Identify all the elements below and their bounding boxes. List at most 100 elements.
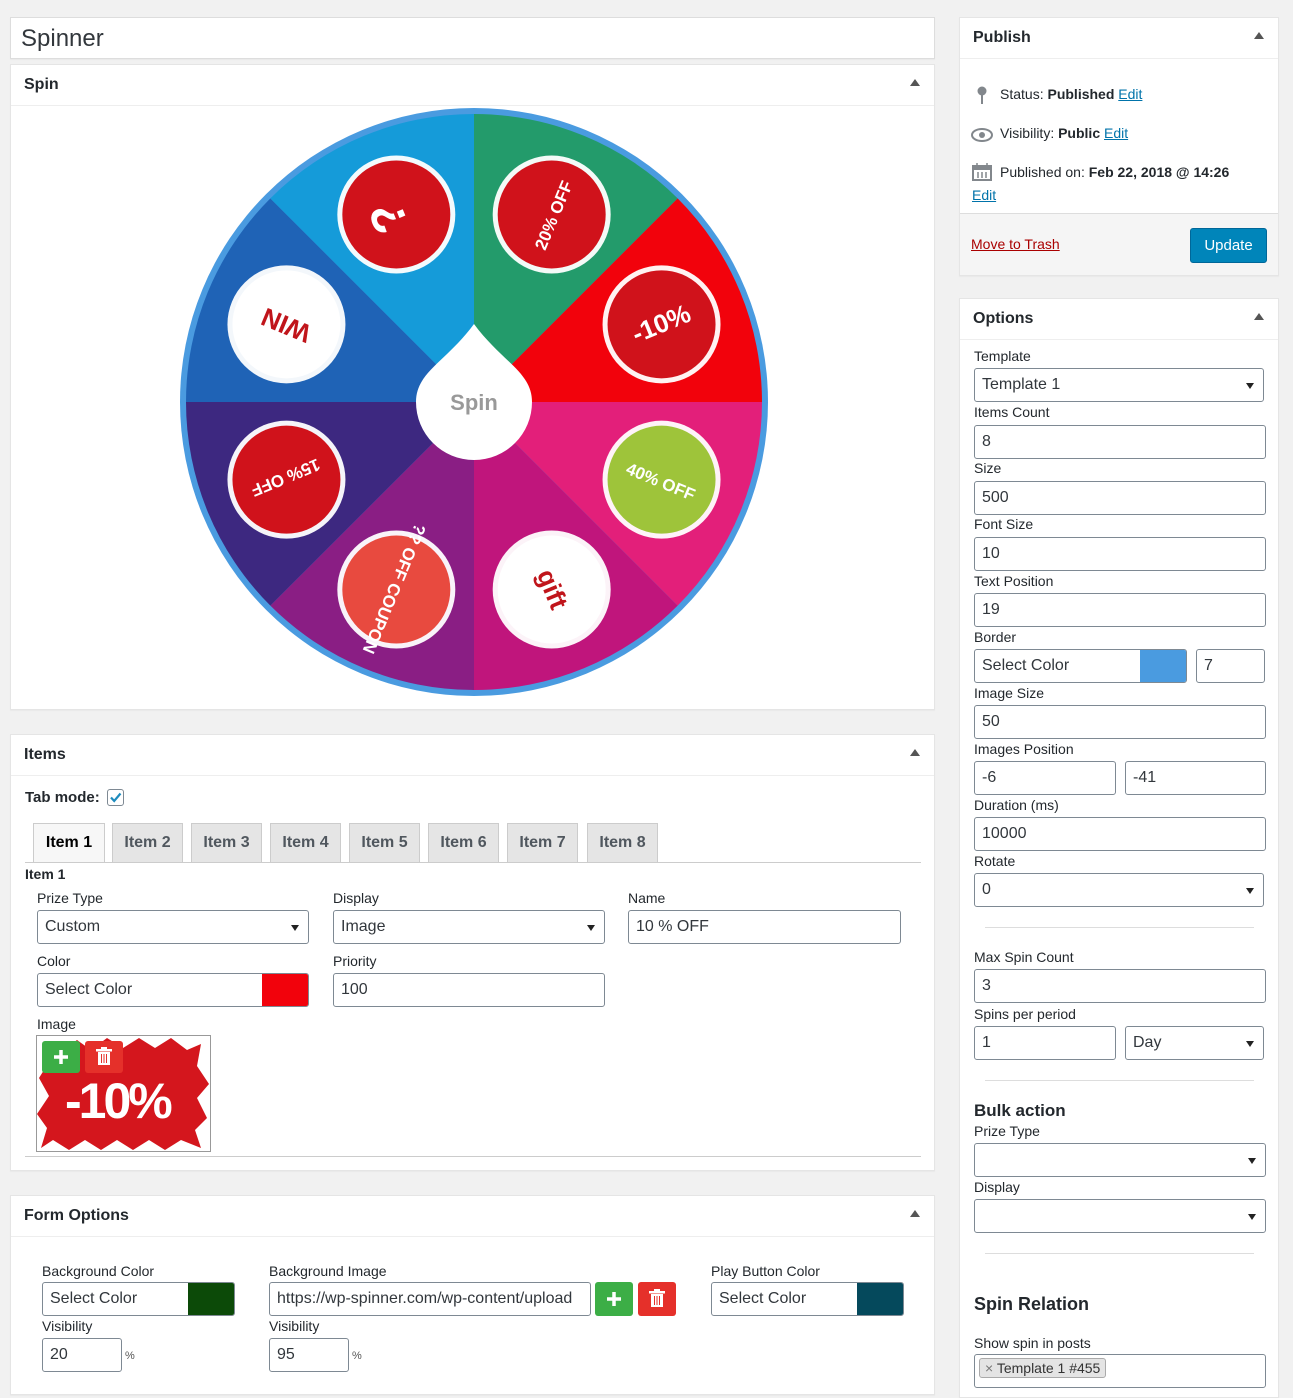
- items-count-label: Items Count: [974, 404, 1050, 420]
- font-size-label: Font Size: [974, 516, 1034, 532]
- template-select[interactable]: Template 1: [974, 368, 1264, 402]
- text-position-input[interactable]: 19: [974, 593, 1266, 627]
- eye-icon: [971, 128, 993, 142]
- tab-item-1[interactable]: Item 1: [33, 823, 105, 863]
- edit-status-link[interactable]: Edit: [1118, 86, 1142, 102]
- spins-per-period-input[interactable]: 1: [974, 1026, 1116, 1060]
- display-select[interactable]: Image: [333, 910, 605, 944]
- calendar-icon: [972, 163, 992, 181]
- items-panel-title: Items: [24, 746, 66, 763]
- collapse-toggle-icon[interactable]: [910, 749, 920, 756]
- size-input[interactable]: 500: [974, 481, 1266, 515]
- bg-color-swatch[interactable]: [188, 1283, 234, 1315]
- visibility-input-2[interactable]: 95: [269, 1338, 349, 1372]
- options-divider-1: [985, 927, 1254, 928]
- bg-color-label: Background Color: [42, 1263, 155, 1279]
- bg-image-label: Background Image: [269, 1263, 387, 1279]
- visibility-label: Visibility:: [1000, 125, 1055, 141]
- tab-item-4[interactable]: Item 4: [270, 823, 341, 863]
- border-color-picker[interactable]: Select Color: [974, 649, 1187, 683]
- image-label: Image: [37, 1016, 76, 1032]
- status-row: Status: Published Edit: [1000, 86, 1142, 102]
- play-color-swatch[interactable]: [857, 1283, 903, 1315]
- font-size-input[interactable]: 10: [974, 537, 1266, 571]
- edit-date-link[interactable]: Edit: [972, 187, 996, 203]
- status-value: Published: [1047, 86, 1115, 102]
- spin-relation-title: Spin Relation: [974, 1294, 1090, 1314]
- max-spin-input[interactable]: 3: [974, 969, 1266, 1003]
- show-in-posts-field[interactable]: × Template 1 #455: [974, 1354, 1266, 1388]
- remove-image-button[interactable]: [85, 1041, 123, 1073]
- size-label: Size: [974, 460, 1002, 476]
- period-select[interactable]: Day: [1125, 1026, 1264, 1060]
- tab-item-5[interactable]: Item 5: [349, 823, 420, 863]
- form-options-title: Form Options: [24, 1207, 129, 1224]
- collapse-toggle-icon[interactable]: [1254, 313, 1264, 320]
- status-label: Status:: [1000, 86, 1044, 102]
- collapse-toggle-icon[interactable]: [910, 79, 920, 86]
- add-image-button[interactable]: [42, 1041, 80, 1073]
- rotate-select[interactable]: 0: [974, 873, 1264, 907]
- tab-mode-checkbox[interactable]: [107, 789, 124, 806]
- checkmark-icon: [110, 792, 122, 803]
- border-color-swatch[interactable]: [1140, 650, 1186, 682]
- options-divider-2: [985, 1080, 1254, 1081]
- remove-bg-image-button[interactable]: [638, 1282, 676, 1316]
- tab-item-8[interactable]: Item 8: [587, 823, 658, 863]
- border-color-text: Select Color: [982, 657, 1070, 674]
- add-bg-image-button[interactable]: [595, 1282, 633, 1316]
- color-swatch[interactable]: [262, 974, 308, 1006]
- images-position-x-input[interactable]: -6: [974, 761, 1116, 795]
- publish-header[interactable]: Publish: [960, 18, 1278, 59]
- plus-icon: [607, 1292, 621, 1306]
- duration-input[interactable]: 10000: [974, 817, 1266, 851]
- image-size-input[interactable]: 50: [974, 705, 1266, 739]
- images-position-label: Images Position: [974, 741, 1074, 757]
- item-image-preview: -10%: [36, 1035, 211, 1152]
- relation-tag: × Template 1 #455: [979, 1358, 1107, 1378]
- prize-type-select[interactable]: Custom: [37, 910, 309, 944]
- border-width-input[interactable]: 7: [1196, 649, 1265, 683]
- bg-image-input[interactable]: https://wp-spinner.com/wp-content/upload: [269, 1282, 591, 1316]
- spin-panel: Spin 20% OFF -10% 40% OFF gift?? OFF COUPON…: [10, 64, 935, 710]
- move-to-trash-link[interactable]: Move to Trash: [971, 236, 1060, 252]
- edit-visibility-link[interactable]: Edit: [1104, 125, 1128, 141]
- bulk-display-select[interactable]: [974, 1199, 1266, 1233]
- publish-title: Publish: [973, 29, 1031, 46]
- items-count-input[interactable]: 8: [974, 425, 1266, 459]
- relation-tag-label: Template 1 #455: [996, 1360, 1101, 1376]
- play-color-text: Select Color: [719, 1290, 807, 1307]
- tab-item-6[interactable]: Item 6: [428, 823, 499, 863]
- display-label: Display: [333, 890, 379, 906]
- bulk-prize-type-select[interactable]: [974, 1143, 1266, 1177]
- spin-wheel[interactable]: 20% OFF-10%40% OFFgift?? OFF COUPON15% O…: [174, 102, 774, 702]
- play-color-picker[interactable]: Select Color: [711, 1282, 904, 1316]
- images-position-y-input[interactable]: -41: [1125, 761, 1266, 795]
- post-title-input[interactable]: Spinner: [10, 17, 935, 59]
- tag-remove-icon[interactable]: ×: [985, 1360, 993, 1376]
- options-header[interactable]: Options: [960, 299, 1278, 340]
- visibility-input-1[interactable]: 20: [42, 1338, 122, 1372]
- collapse-toggle-icon[interactable]: [1254, 32, 1264, 39]
- tab-item-3[interactable]: Item 3: [191, 823, 262, 863]
- form-options-header[interactable]: Form Options: [11, 1196, 934, 1237]
- post-title-text: Spinner: [21, 25, 104, 52]
- options-title: Options: [973, 310, 1034, 327]
- priority-label: Priority: [333, 953, 377, 969]
- prize-type-label: Prize Type: [37, 890, 103, 906]
- color-picker[interactable]: Select Color: [37, 973, 309, 1007]
- update-button[interactable]: Update: [1190, 228, 1267, 263]
- collapse-toggle-icon[interactable]: [910, 1210, 920, 1217]
- tab-item-2[interactable]: Item 2: [112, 823, 183, 863]
- spin-panel-header[interactable]: Spin: [11, 65, 934, 106]
- bg-color-picker[interactable]: Select Color: [42, 1282, 235, 1316]
- bulk-display-label: Display: [974, 1179, 1020, 1195]
- published-date: Feb 22, 2018 @ 14:26: [1088, 164, 1230, 180]
- priority-input[interactable]: 100: [333, 973, 605, 1007]
- spin-panel-title: Spin: [24, 76, 59, 93]
- items-panel-header[interactable]: Items: [11, 735, 934, 776]
- spin-button-label[interactable]: Spin: [450, 390, 498, 415]
- visibility-label-1: Visibility: [42, 1318, 93, 1334]
- tab-item-7[interactable]: Item 7: [507, 823, 578, 863]
- name-input[interactable]: 10 % OFF: [628, 910, 901, 944]
